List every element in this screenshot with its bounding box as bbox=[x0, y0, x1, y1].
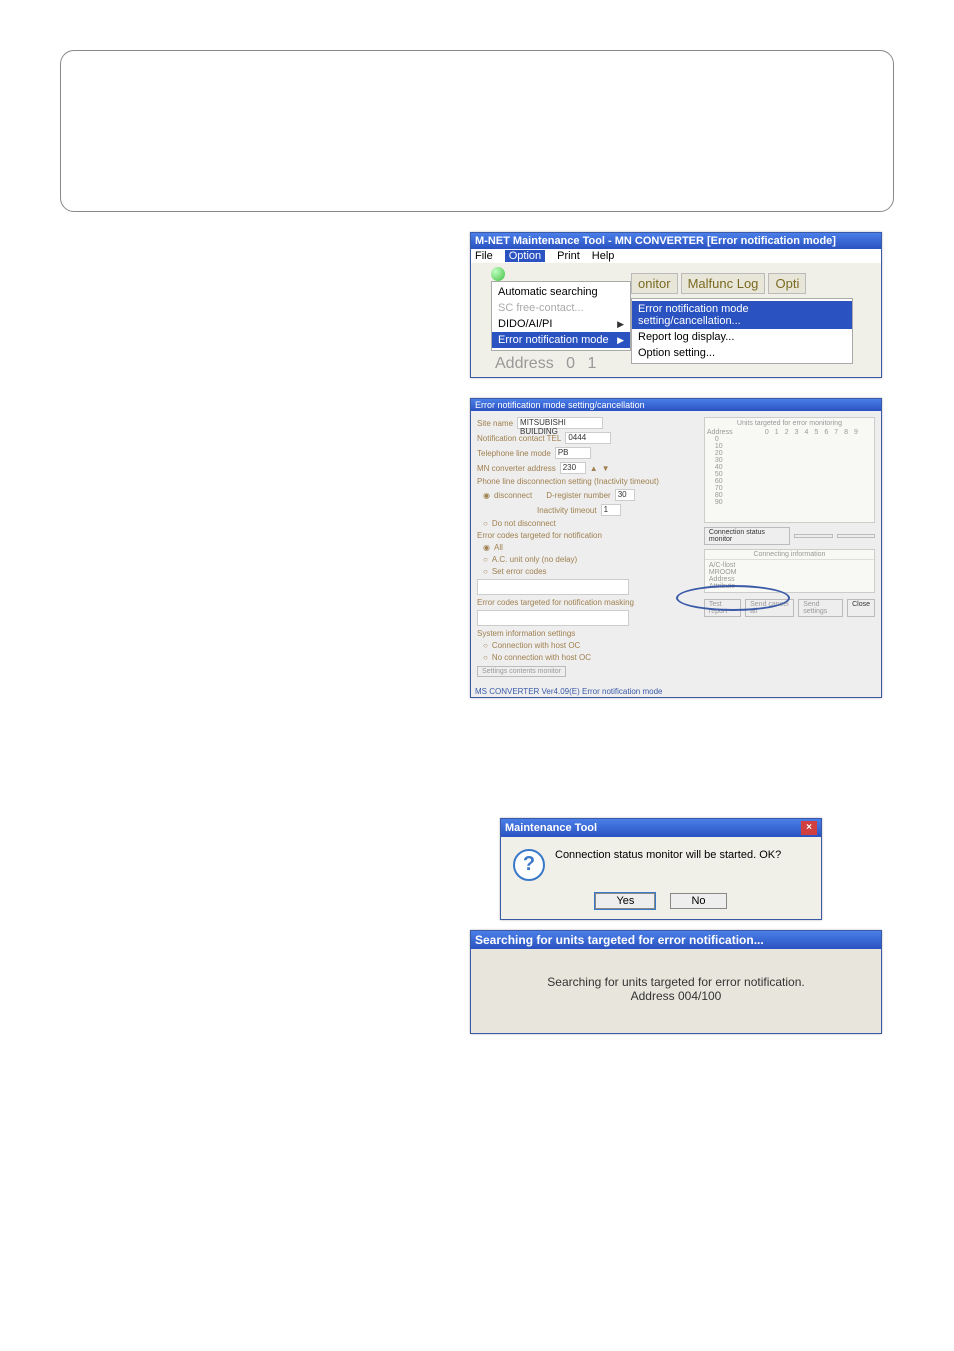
tel-line-mode-label: Telephone line mode bbox=[477, 449, 551, 458]
address-line: Address 0 1 bbox=[471, 351, 631, 377]
conn-row-address: Address bbox=[709, 576, 870, 583]
noconn-host-label: No connection with host OC bbox=[492, 653, 591, 662]
error-codes-field[interactable] bbox=[477, 579, 629, 595]
option-button[interactable]: Opti bbox=[768, 273, 806, 294]
conn-host-label: Connection with host OC bbox=[492, 641, 581, 650]
menu-item-dido-aipi[interactable]: DIDO/AI/PI ▶ bbox=[492, 316, 630, 332]
menubar: File Option Print Help bbox=[471, 249, 881, 263]
close-icon[interactable]: × bbox=[801, 821, 817, 835]
submenu-arrow-icon: ▶ bbox=[617, 335, 624, 346]
notif-tel-label: Notification contact TEL bbox=[477, 434, 561, 443]
submenu-arrow-icon: ▶ bbox=[617, 319, 624, 330]
option-menu: Automatic searching SC free-contact... D… bbox=[491, 281, 631, 351]
settings-contents-monitor-button[interactable]: Settings contents monitor bbox=[477, 666, 566, 677]
searching-title: Searching for units targeted for error n… bbox=[471, 931, 881, 949]
phone-disc-label: Phone line disconnection setting (Inacti… bbox=[477, 477, 696, 486]
submenu-item-report-log[interactable]: Report log display... bbox=[632, 329, 852, 345]
radio-ac-only[interactable]: ○ bbox=[483, 555, 488, 564]
dont-disconnect-label: Do not disconnect bbox=[492, 519, 556, 528]
menu-item-auto-search[interactable]: Automatic searching bbox=[492, 284, 630, 300]
settings-title: Error notification mode setting/cancella… bbox=[471, 399, 881, 411]
notif-tel-field[interactable]: 0444 bbox=[565, 432, 611, 444]
blank-button-1[interactable] bbox=[794, 534, 832, 538]
menu-option[interactable]: Option bbox=[505, 250, 545, 262]
site-name-label: Site name bbox=[477, 419, 513, 428]
spinner-up-icon[interactable]: ▲ bbox=[590, 464, 598, 473]
radio-all[interactable]: ◉ bbox=[483, 543, 490, 552]
radio-disconnect[interactable]: ◉ bbox=[483, 491, 490, 500]
radio-conn-host[interactable]: ○ bbox=[483, 641, 488, 650]
send-cancel-all-button[interactable]: Send cancel all bbox=[745, 599, 794, 617]
connecting-info-title: Connecting information bbox=[705, 550, 874, 560]
question-icon: ? bbox=[513, 849, 545, 881]
test-report-button[interactable]: Test report bbox=[704, 599, 741, 617]
connecting-info-box: Connecting information A/C-llost MROOM A… bbox=[704, 549, 875, 593]
malfunc-log-button[interactable]: Malfunc Log bbox=[681, 273, 766, 294]
searching-window: Searching for units targeted for error n… bbox=[470, 930, 882, 1034]
dereg-label: D-register number bbox=[546, 491, 610, 500]
status-bar: MS CONVERTER Ver4.09(E) Error notificati… bbox=[471, 686, 881, 697]
tel-line-mode-select[interactable]: PB bbox=[555, 447, 591, 459]
all-label: All bbox=[494, 543, 503, 552]
menu-item-error-mode[interactable]: Error notification mode ▶ bbox=[492, 332, 630, 348]
maintenance-tool-window: M-NET Maintenance Tool - MN CONVERTER [E… bbox=[470, 232, 882, 378]
inactivity-field[interactable]: 1 bbox=[601, 504, 621, 516]
menu-print[interactable]: Print bbox=[557, 250, 580, 262]
site-name-field[interactable]: MITSUBISHI BUILDING bbox=[517, 417, 603, 429]
set-codes-label: Set error codes bbox=[492, 567, 547, 576]
send-settings-button[interactable]: Send settings bbox=[798, 599, 843, 617]
dialog-message: Connection status monitor will be starte… bbox=[555, 849, 781, 861]
searching-line2: Address 004/100 bbox=[481, 989, 871, 1003]
radio-dont-disconnect[interactable]: ○ bbox=[483, 519, 488, 528]
menu-item-sc-free-contact: SC free-contact... bbox=[492, 300, 630, 316]
menu-file[interactable]: File bbox=[475, 250, 493, 262]
sysinfo-label: System information settings bbox=[477, 629, 696, 638]
mn-addr-field[interactable]: 230 bbox=[560, 462, 586, 474]
status-indicator-icon bbox=[491, 267, 505, 281]
yes-button[interactable]: Yes bbox=[595, 893, 655, 909]
units-grid-title: Units targeted for error monitoring bbox=[707, 420, 872, 427]
mn-addr-label: MN converter address bbox=[477, 464, 556, 473]
connection-status-monitor-button[interactable]: Connection status monitor bbox=[704, 527, 791, 545]
submenu-item-settings-cancel[interactable]: Error notification mode setting/cancella… bbox=[632, 301, 852, 329]
submenu-item-option-setting[interactable]: Option setting... bbox=[632, 345, 852, 361]
conn-row-attribute: Attribute bbox=[709, 583, 870, 590]
radio-set-codes[interactable]: ○ bbox=[483, 567, 488, 576]
spinner-down-icon[interactable]: ▼ bbox=[602, 464, 610, 473]
window-title: M-NET Maintenance Tool - MN CONVERTER [E… bbox=[471, 233, 881, 249]
confirm-dialog: Maintenance Tool × ? Connection status m… bbox=[500, 818, 822, 920]
error-mask-label: Error codes targeted for notification ma… bbox=[477, 598, 696, 607]
disconnect-label: disconnect bbox=[494, 491, 532, 500]
error-mode-submenu: Error notification mode setting/cancella… bbox=[631, 298, 853, 364]
blank-button-2[interactable] bbox=[837, 534, 875, 538]
notice-box bbox=[60, 50, 894, 212]
searching-line1: Searching for units targeted for error n… bbox=[481, 975, 871, 989]
error-targeted-label: Error codes targeted for notification bbox=[477, 531, 696, 540]
ac-only-label: A.C. unit only (no delay) bbox=[492, 555, 577, 564]
conn-row-mroom: MROOM bbox=[709, 569, 870, 576]
no-button[interactable]: No bbox=[670, 893, 726, 909]
menu-help[interactable]: Help bbox=[592, 250, 615, 262]
grid-addr-header: Address bbox=[707, 429, 735, 436]
dialog-title: Maintenance Tool bbox=[505, 822, 597, 834]
units-grid: Units targeted for error monitoring Addr… bbox=[704, 417, 875, 523]
monitor-button[interactable]: onitor bbox=[631, 273, 678, 294]
error-mask-field[interactable] bbox=[477, 610, 629, 626]
grid-col-headers: 0 1 2 3 4 5 6 7 8 9 bbox=[735, 429, 858, 436]
conn-row-host: A/C-llost bbox=[709, 562, 870, 569]
error-settings-window: Error notification mode setting/cancella… bbox=[470, 398, 882, 698]
radio-noconn-host[interactable]: ○ bbox=[483, 653, 488, 662]
dereg-field[interactable]: 30 bbox=[615, 489, 635, 501]
inactivity-label: Inactivity timeout bbox=[537, 506, 597, 515]
close-button[interactable]: Close bbox=[847, 599, 875, 617]
